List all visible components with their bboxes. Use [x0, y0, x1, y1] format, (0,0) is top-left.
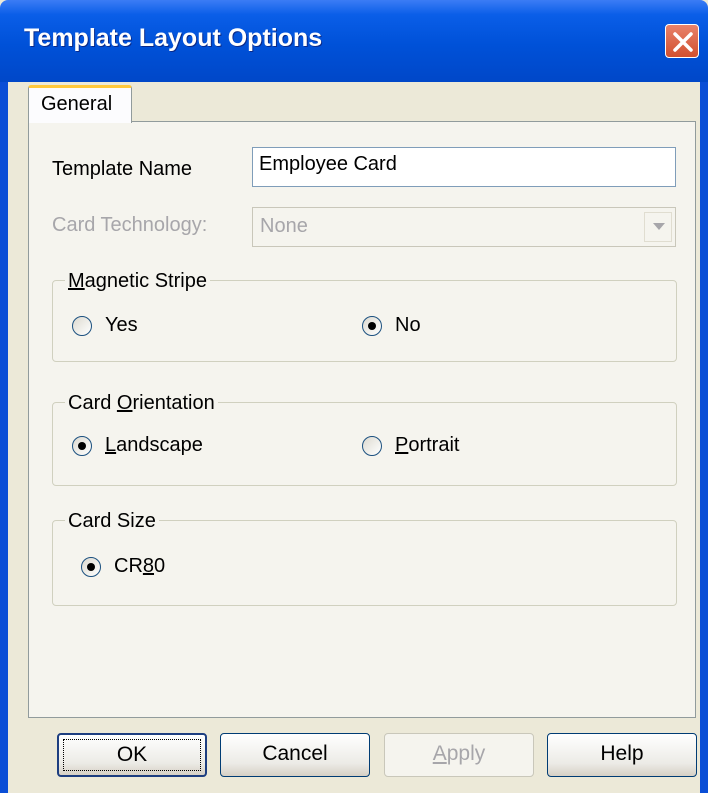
radio-selected-dot [368, 322, 376, 330]
radio-selected-dot [87, 563, 95, 571]
card-technology-select[interactable]: None [252, 207, 676, 247]
card-orientation-title: Card Orientation [65, 392, 218, 415]
tab-general-label: General [41, 93, 113, 115]
magnetic-stripe-title: Magnetic Stripe [65, 270, 210, 293]
card-size-title: Card Size [65, 510, 159, 533]
template-name-label: Template Name [52, 158, 193, 180]
card-orientation-portrait-radio[interactable] [362, 436, 382, 456]
magnetic-stripe-no-label[interactable]: No [395, 314, 421, 337]
window-title: Template Layout Options [24, 24, 323, 52]
radio-selected-dot [78, 442, 86, 450]
template-name-input[interactable]: Employee Card [252, 147, 676, 187]
help-button-label: Help [600, 742, 644, 765]
card-orientation-portrait-label[interactable]: Portrait [395, 434, 459, 457]
apply-button-label: Apply [432, 742, 486, 765]
card-technology-label: Card Technology: [52, 214, 208, 236]
card-size-cr80-radio[interactable] [81, 557, 101, 577]
chevron-down-icon [653, 223, 665, 230]
card-orientation-landscape-label[interactable]: Landscape [105, 434, 203, 457]
window-frame-left [0, 82, 8, 793]
help-button[interactable]: Help [547, 733, 697, 777]
card-technology-dropdown-button[interactable] [644, 212, 672, 242]
focus-rectangle [63, 739, 201, 771]
card-size-cr80-label[interactable]: CR80 [114, 555, 165, 578]
ok-button[interactable]: OK [57, 733, 207, 777]
magnetic-stripe-yes-label[interactable]: Yes [105, 314, 138, 337]
title-bar[interactable]: Template Layout Options [0, 0, 708, 82]
cancel-button[interactable]: Cancel [220, 733, 370, 777]
card-technology-value: None [260, 215, 308, 237]
tab-general[interactable]: General [28, 85, 132, 123]
close-button[interactable] [665, 24, 699, 58]
apply-button[interactable]: Apply [384, 733, 534, 777]
magnetic-stripe-yes-radio[interactable] [72, 316, 92, 336]
cancel-button-label: Cancel [262, 742, 328, 765]
magnetic-stripe-no-radio[interactable] [362, 316, 382, 336]
close-icon [673, 32, 693, 52]
card-orientation-landscape-radio[interactable] [72, 436, 92, 456]
window-frame-right [700, 82, 708, 793]
